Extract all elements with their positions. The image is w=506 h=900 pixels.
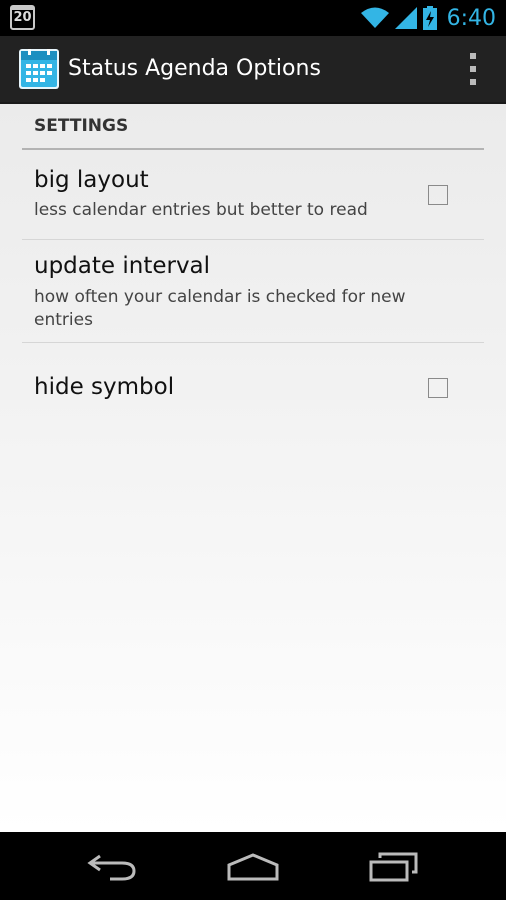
calendar-app-icon[interactable] <box>19 49 59 89</box>
wifi-icon <box>360 7 389 28</box>
pref-title: update interval <box>34 253 211 279</box>
overflow-menu-icon[interactable] <box>468 53 478 85</box>
settings-section-header: SETTINGS <box>22 104 484 150</box>
clock: 6:40 <box>446 5 496 31</box>
app-title: Status Agenda Options <box>68 56 321 81</box>
action-bar: Status Agenda Options <box>0 36 506 104</box>
navigation-bar <box>0 832 506 900</box>
big-layout-checkbox[interactable] <box>428 185 448 205</box>
status-bar: 20 6:40 <box>0 0 506 36</box>
back-icon[interactable] <box>86 852 138 882</box>
hide-symbol-checkbox[interactable] <box>428 378 448 398</box>
pref-title: hide symbol <box>34 374 175 400</box>
pref-summary: how often your calendar is checked for n… <box>34 287 406 330</box>
pref-big-layout[interactable]: big layout less calendar entries but bet… <box>22 150 484 240</box>
home-icon[interactable] <box>226 852 280 882</box>
battery-charging-icon <box>422 6 437 30</box>
status-icons: 6:40 <box>360 0 496 36</box>
calendar-notification-icon: 20 <box>10 5 35 30</box>
recents-icon[interactable] <box>368 852 420 882</box>
pref-update-interval[interactable]: update interval how often your calendar … <box>22 240 484 343</box>
pref-summary: less calendar entries but better to read <box>34 200 368 220</box>
pref-title: big layout <box>34 167 149 193</box>
section-header-label: SETTINGS <box>34 116 129 136</box>
signal-icon <box>394 7 417 29</box>
pref-hide-symbol[interactable]: hide symbol <box>22 343 484 433</box>
preferences-screen: SETTINGS big layout less calendar entrie… <box>0 104 506 832</box>
